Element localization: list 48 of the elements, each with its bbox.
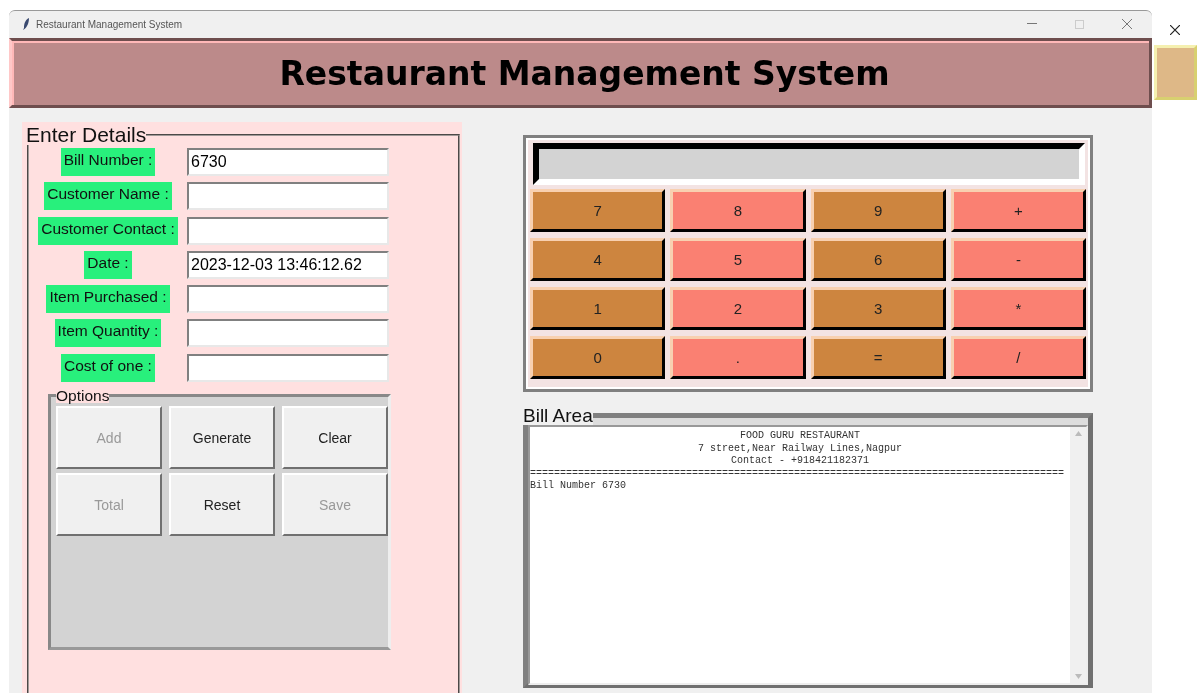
calculator-key[interactable]: 8 <box>670 189 806 232</box>
calculator-key[interactable]: * <box>950 287 1086 330</box>
bill-header-line: Contact - +918421182371 <box>731 455 869 466</box>
input-field[interactable] <box>187 285 389 314</box>
calculator-key[interactable]: 6 <box>810 238 946 281</box>
calculator-key[interactable]: 3 <box>810 287 946 330</box>
option-button[interactable]: Reset <box>169 473 275 537</box>
calculator-display[interactable] <box>533 143 1085 185</box>
feather-icon <box>23 18 30 30</box>
calculator-key[interactable]: 4 <box>530 238 666 281</box>
bill-header-line: 7 street,Near Railway Lines,Nagpur <box>697 442 902 454</box>
calculator-key[interactable]: = <box>810 336 946 379</box>
field-label: Date : <box>84 250 132 279</box>
header-banner: Restaurant Management System <box>9 38 1152 108</box>
panel-title: Options <box>56 387 110 404</box>
input-field[interactable] <box>187 353 389 382</box>
calculator-key[interactable]: 9 <box>810 189 946 232</box>
calculator-key[interactable]: - <box>950 238 1086 281</box>
bill-header-line: FOOD GURU RESTAURANT <box>740 430 860 441</box>
calculator-key[interactable]: 2 <box>670 287 806 330</box>
calculator-key[interactable]: + <box>950 189 1086 232</box>
field-label: Bill Number : <box>60 148 156 176</box>
input-field[interactable] <box>187 319 389 348</box>
field-label: Item Quantity : <box>54 319 162 348</box>
calculator-key[interactable]: . <box>670 336 806 379</box>
field-label: Cost of one : <box>61 353 155 382</box>
calculator-key[interactable]: 1 <box>530 287 666 330</box>
input-field[interactable] <box>187 182 389 211</box>
calculator-key[interactable]: / <box>950 336 1086 379</box>
field-label: Customer Name : <box>44 182 172 211</box>
calculator-key[interactable]: 7 <box>530 189 666 232</box>
input-field[interactable] <box>187 216 389 245</box>
separator-line: ========================================================================================= <box>530 467 1066 480</box>
option-button[interactable]: Clear <box>282 406 388 470</box>
close-icon[interactable] <box>1169 25 1180 35</box>
panel-title: Enter Details <box>26 124 147 145</box>
window-title: Restaurant Management System <box>36 18 184 30</box>
bill-line: Bill Number 6730 <box>530 480 626 491</box>
input-field[interactable]: 2023-12-03 13:46:12.62 <box>187 250 389 279</box>
calculator-key[interactable]: 5 <box>670 238 806 281</box>
option-button[interactable]: Generate <box>169 406 275 470</box>
calculator-key[interactable]: 0 <box>530 336 666 379</box>
field-label: Item Purchased : <box>46 285 170 314</box>
field-label: Customer Contact : <box>38 216 178 245</box>
background-window <box>1154 45 1197 100</box>
minimize-icon[interactable] <box>1027 23 1037 25</box>
input-field[interactable]: 6730 <box>187 148 389 176</box>
panel-title: Bill Area <box>523 406 593 425</box>
